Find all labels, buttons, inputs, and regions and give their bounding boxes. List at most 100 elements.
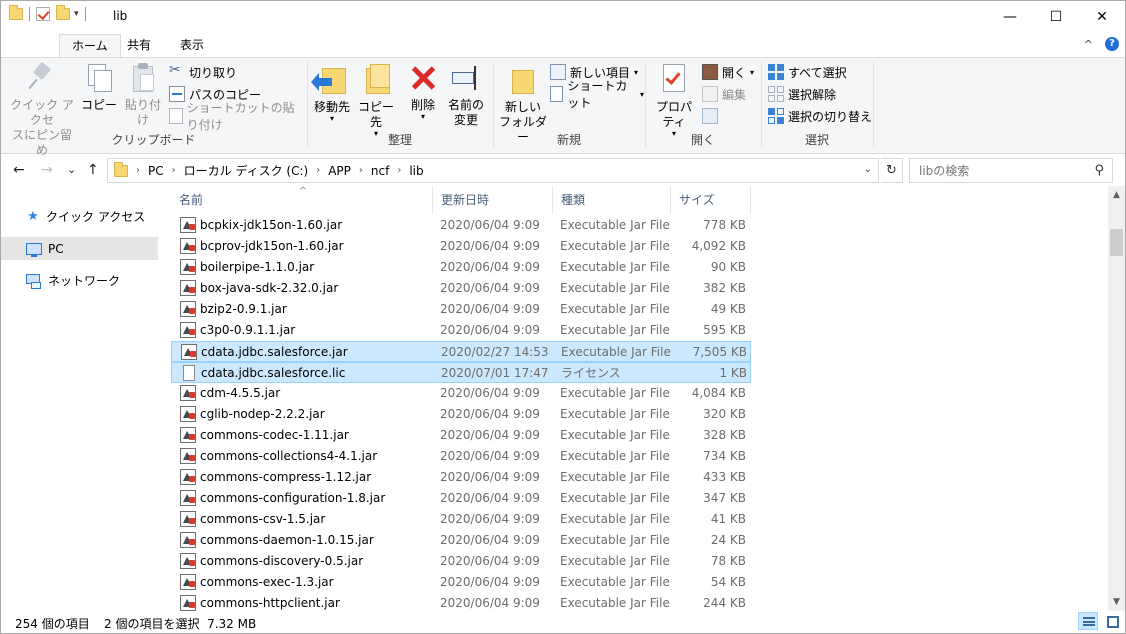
table-row[interactable]: bcprov-jdk15on-1.60.jar 2020/06/04 9:09 Ex…: [171, 236, 751, 257]
breadcrumb-chevron-icon[interactable]: ›: [136, 165, 140, 176]
properties-icon[interactable]: [36, 7, 50, 21]
table-row[interactable]: commons-discovery-0.5.jar 2020/06/04 9:09…: [171, 551, 751, 572]
qat-separator: [84, 7, 86, 21]
table-row[interactable]: cdata.jdbc.salesforce.jar 2020/02/27 14:5…: [171, 341, 751, 362]
table-row[interactable]: commons-compress-1.12.jar 2020/06/04 9:09…: [171, 467, 751, 488]
back-arrow-icon[interactable]: ←: [13, 162, 25, 178]
file-type: Executable Jar File: [560, 323, 670, 337]
open-group: プロパティ ▾ 開く ▾ 編集 開く: [646, 58, 760, 153]
copy-button[interactable]: コピー: [81, 62, 117, 113]
ribbon-collapse-icon[interactable]: ^: [1084, 38, 1093, 51]
table-row[interactable]: cglib-nodep-2.2.2.jar 2020/06/04 9:09 Exec…: [171, 404, 751, 425]
column-header-name[interactable]: 名前: [171, 186, 433, 214]
table-row[interactable]: bcpkix-jdk15on-1.60.jar 2020/06/04 9:09 Ex…: [171, 215, 751, 236]
file-type: Executable Jar File: [560, 218, 670, 232]
file-name: cdata.jdbc.salesforce.jar: [201, 345, 348, 359]
rename-button[interactable]: 名前の 変更: [446, 62, 486, 128]
table-row[interactable]: cdata.jdbc.salesforce.lic 2020/07/01 17:4…: [171, 362, 751, 383]
table-row[interactable]: bzip2-0.9.1.jar 2020/06/04 9:09 Executable…: [171, 299, 751, 320]
refresh-icon[interactable]: ↻: [881, 158, 903, 183]
tab-view[interactable]: 表示: [168, 34, 216, 57]
jar-icon: [180, 490, 196, 506]
customize-toolbar-dropdown-icon[interactable]: ▾: [74, 9, 79, 19]
file-date: 2020/06/04 9:09: [440, 470, 540, 484]
column-header-date[interactable]: 更新日時: [433, 186, 553, 214]
close-button[interactable]: ✕: [1079, 1, 1125, 32]
file-date: 2020/07/01 17:47: [441, 366, 549, 380]
forward-arrow-icon[interactable]: →: [41, 162, 53, 178]
table-row[interactable]: commons-httpclient.jar 2020/06/04 9:09 Exe…: [171, 593, 751, 611]
file-name: cdata.jdbc.salesforce.lic: [201, 366, 346, 380]
file-size: 49 KB: [710, 302, 746, 316]
table-row[interactable]: commons-exec-1.3.jar 2020/06/04 9:09 Execu…: [171, 572, 751, 593]
nav-item-quick-access[interactable]: ★ クイック アクセス: [1, 205, 158, 228]
table-row[interactable]: commons-configuration-1.8.jar 2020/06/04 …: [171, 488, 751, 509]
breadcrumb-app[interactable]: APP: [328, 164, 351, 178]
easy-access-button[interactable]: ショートカット ▾: [550, 79, 644, 110]
delete-button[interactable]: 削除 ▾: [406, 62, 440, 121]
minimize-button[interactable]: —: [987, 1, 1033, 32]
paste-button[interactable]: 貼り付け: [121, 62, 165, 128]
breadcrumb-chevron-icon[interactable]: ›: [359, 165, 363, 176]
nav-item-network[interactable]: ネットワーク: [1, 269, 158, 292]
up-arrow-icon[interactable]: ↑: [87, 162, 99, 178]
scissors-icon: [169, 62, 185, 80]
scrollbar-thumb[interactable]: [1110, 229, 1123, 256]
history-button[interactable]: [702, 106, 718, 126]
column-header-size[interactable]: サイズ: [671, 186, 751, 214]
column-header-type[interactable]: 種類: [553, 186, 671, 214]
breadcrumb-lib[interactable]: lib: [409, 164, 423, 178]
search-input[interactable]: [919, 160, 1089, 182]
large-icons-view-button[interactable]: [1102, 612, 1122, 630]
recent-locations-chevron-icon[interactable]: ⌄: [67, 163, 76, 176]
breadcrumb-chevron-icon[interactable]: ›: [172, 165, 176, 176]
invert-selection-button[interactable]: 選択の切り替え: [768, 106, 872, 126]
table-row[interactable]: c3p0-0.9.1.1.jar 2020/06/04 9:09 Executabl…: [171, 320, 751, 341]
new-group: 新しい フォルダー 新しい項目 ▾ ショートカット ▾ 新規: [494, 58, 644, 153]
breadcrumb-chevron-icon[interactable]: ›: [397, 165, 401, 176]
file-date: 2020/06/04 9:09: [440, 260, 540, 274]
open-button[interactable]: 開く ▾: [702, 62, 754, 82]
copy-to-button[interactable]: コピー先 ▾: [354, 62, 398, 138]
breadcrumb-chevron-icon[interactable]: ›: [316, 165, 320, 176]
jar-icon: [180, 574, 196, 590]
file-size: 90 KB: [710, 260, 746, 274]
nav-item-pc[interactable]: PC: [1, 237, 158, 260]
search-icon[interactable]: ⚲: [1094, 163, 1104, 178]
table-row[interactable]: commons-collections4-4.1.jar 2020/06/04 9…: [171, 446, 751, 467]
details-view-button[interactable]: [1078, 612, 1098, 630]
select-all-button[interactable]: すべて選択: [768, 62, 847, 82]
breadcrumb-pc[interactable]: PC: [148, 164, 164, 178]
move-to-button[interactable]: 移動先 ▾: [311, 62, 352, 123]
table-row[interactable]: boilerpipe-1.1.0.jar 2020/06/04 9:09 Execu…: [171, 257, 751, 278]
tab-home[interactable]: ホーム: [59, 34, 121, 57]
star-icon: ★: [27, 209, 39, 224]
scroll-down-arrow-icon[interactable]: ▼: [1108, 597, 1125, 607]
help-icon[interactable]: ?: [1105, 37, 1119, 51]
cut-button[interactable]: 切り取り: [169, 62, 237, 82]
vertical-scrollbar[interactable]: ▲ ▼: [1108, 186, 1125, 611]
table-row[interactable]: commons-daemon-1.0.15.jar 2020/06/04 9:09…: [171, 530, 751, 551]
breadcrumb-ncf[interactable]: ncf: [371, 164, 389, 178]
new-folder-icon[interactable]: [56, 5, 70, 20]
file-size: 54 KB: [710, 575, 746, 589]
folder-icon[interactable]: [9, 5, 23, 20]
tab-share[interactable]: 共有: [115, 34, 163, 57]
file-date: 2020/06/04 9:09: [440, 323, 540, 337]
file-size: 24 KB: [710, 533, 746, 547]
address-bar[interactable]: › PC › ローカル ディスク (C:) › APP › ncf › lib …: [107, 158, 879, 183]
table-row[interactable]: commons-codec-1.11.jar 2020/06/04 9:09 Exe…: [171, 425, 751, 446]
paste-shortcut-button[interactable]: ショートカットの貼り付け: [169, 101, 306, 132]
table-row[interactable]: box-java-sdk-2.32.0.jar 2020/06/04 9:09 Ex…: [171, 278, 751, 299]
table-row[interactable]: cdm-4.5.5.jar 2020/06/04 9:09 Executable J…: [171, 383, 751, 404]
edit-button[interactable]: 編集: [702, 84, 746, 104]
address-dropdown-icon[interactable]: ⌄: [864, 164, 872, 175]
select-none-button[interactable]: 選択解除: [768, 84, 836, 104]
jar-icon: [180, 217, 196, 233]
table-row[interactable]: commons-csv-1.5.jar 2020/06/04 9:09 Execut…: [171, 509, 751, 530]
properties-button[interactable]: プロパティ ▾: [650, 62, 698, 138]
maximize-button[interactable]: ☐: [1033, 1, 1079, 32]
scroll-up-arrow-icon[interactable]: ▲: [1108, 190, 1125, 200]
document-icon: [183, 365, 195, 381]
breadcrumb-local-disk[interactable]: ローカル ディスク (C:): [184, 162, 309, 179]
